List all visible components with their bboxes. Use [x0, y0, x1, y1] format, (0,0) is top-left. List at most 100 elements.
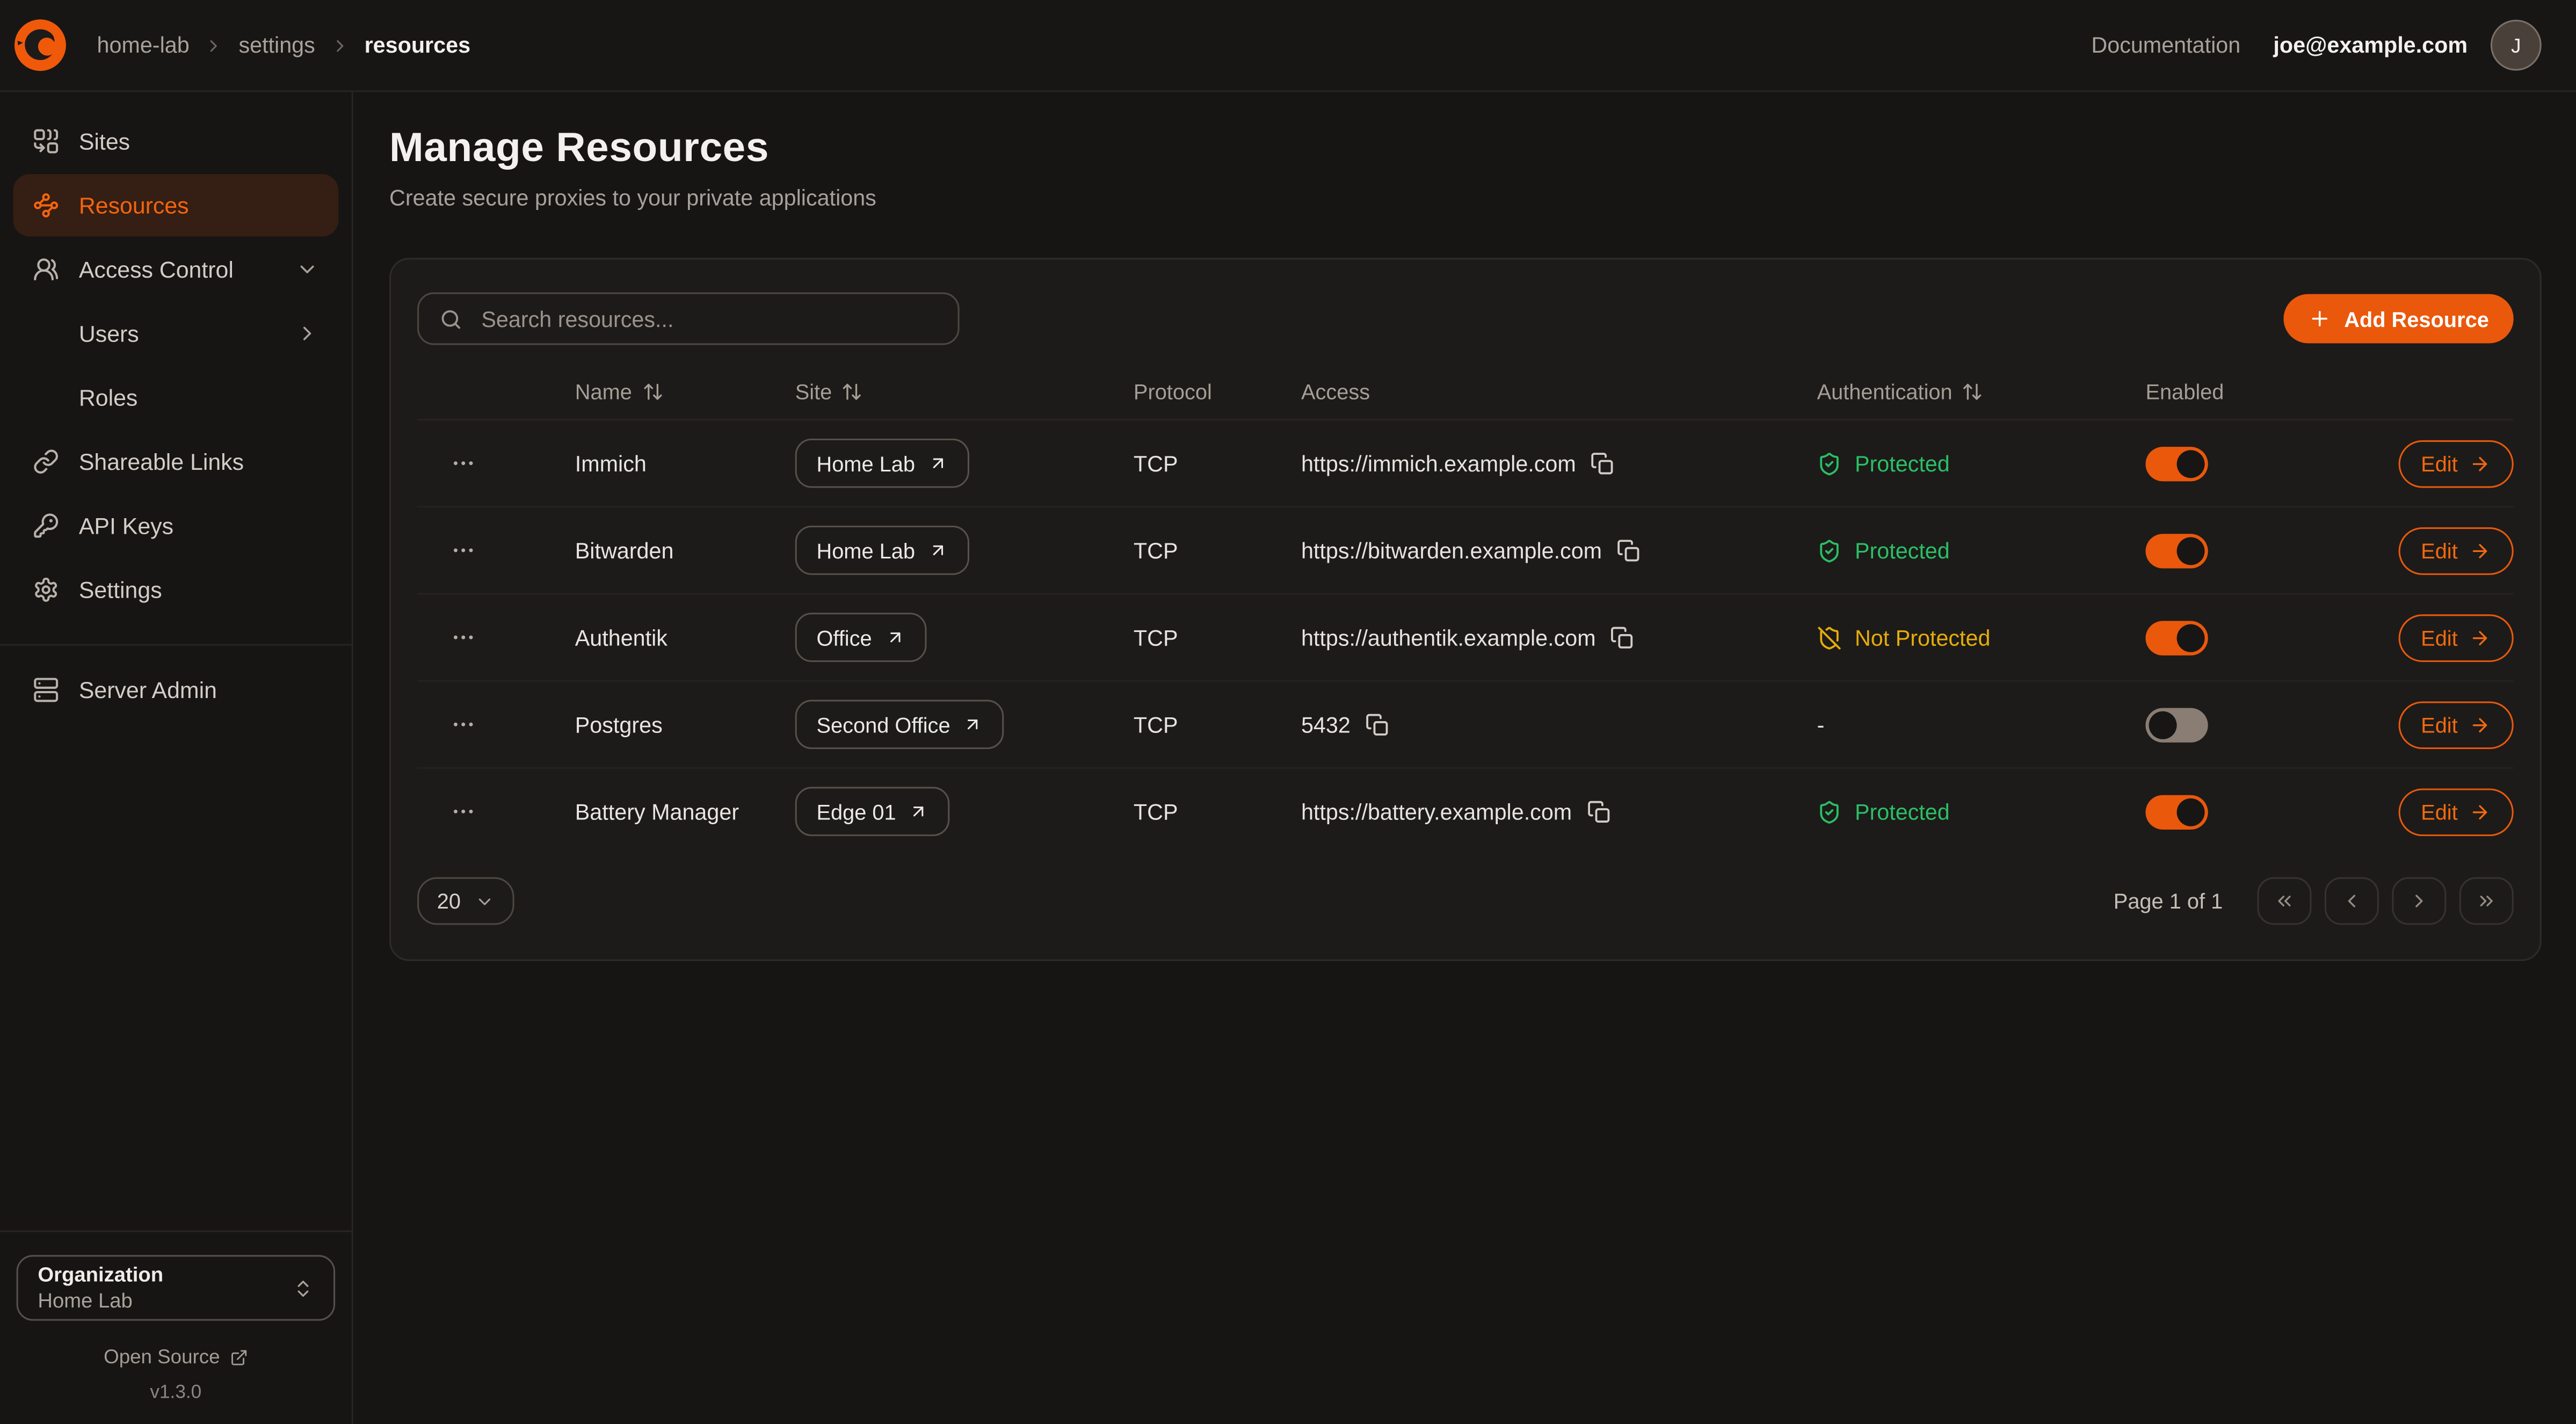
access-url: https://bitwarden.example.com — [1301, 538, 1602, 563]
sidebar: Sites Resources Access ControlUsersRolesSh… — [0, 92, 353, 1424]
row-menu-button[interactable] — [450, 708, 493, 741]
enabled-cell — [2145, 794, 2372, 829]
sidebar-item-label: Sites — [79, 128, 130, 155]
copy-button[interactable] — [1617, 538, 1642, 563]
ellipsis-icon — [450, 624, 476, 651]
sidebar-item-settings[interactable]: Settings — [13, 558, 338, 621]
resource-name-label: Authentik — [575, 625, 667, 650]
sidebar-item-resources[interactable]: Resources — [13, 174, 338, 236]
resources-card: Add Resource NameSiteProtocolAccessAuthe… — [389, 258, 2542, 961]
enabled-toggle[interactable] — [2145, 794, 2208, 829]
breadcrumb-resources[interactable]: resources — [365, 33, 470, 57]
sidebar-item-server-admin[interactable]: Server Admin — [13, 659, 338, 721]
column-header-label: Name — [575, 380, 632, 404]
column-header-site[interactable]: Site — [795, 380, 1134, 404]
enabled-toggle[interactable] — [2145, 446, 2208, 481]
avatar-initial: J — [2511, 34, 2521, 57]
sidebar-item-api-keys[interactable]: API Keys — [13, 495, 338, 557]
user-email[interactable]: joe@example.com — [2273, 33, 2468, 57]
copy-button[interactable] — [1610, 625, 1635, 650]
edit-button[interactable]: Edit — [2398, 527, 2513, 575]
access-cell: https://authentik.example.com — [1301, 625, 1817, 650]
column-header-authentication[interactable]: Authentication — [1817, 380, 2146, 404]
protocol-cell: TCP — [1134, 625, 1301, 650]
enabled-cell — [2145, 533, 2372, 568]
external-link-icon — [230, 1348, 248, 1366]
authentication-status: Protected — [1817, 451, 2146, 476]
edit-button-label: Edit — [2421, 538, 2458, 563]
breadcrumb-home-lab[interactable]: home-lab — [97, 33, 189, 57]
row-menu-button[interactable] — [450, 447, 493, 479]
edit-button[interactable]: Edit — [2398, 439, 2513, 487]
protocol-cell: TCP — [1134, 538, 1301, 563]
row-menu-button[interactable] — [450, 621, 493, 653]
pangolin-logo[interactable] — [13, 18, 67, 72]
documentation-link[interactable]: Documentation — [2091, 33, 2240, 57]
version-label: v1.3.0 — [17, 1383, 336, 1403]
site-link-button[interactable]: Edge 01 — [795, 787, 950, 836]
site-link-button[interactable]: Second Office — [795, 700, 1005, 749]
org-picker-label: Organization — [38, 1261, 163, 1288]
edit-button[interactable]: Edit — [2398, 788, 2513, 835]
shield-check-icon — [1817, 451, 1842, 476]
next-page-button[interactable] — [2392, 877, 2446, 925]
arrow-up-right-icon — [928, 453, 948, 473]
site-link-button[interactable]: Home Lab — [795, 439, 969, 488]
resources-icon — [33, 192, 59, 219]
access-cell: https://bitwarden.example.com — [1301, 538, 1817, 563]
copy-button[interactable] — [1365, 712, 1390, 737]
edit-button[interactable]: Edit — [2398, 701, 2513, 749]
sidebar-item-access-control[interactable]: Access Control — [13, 238, 338, 301]
search-input[interactable] — [478, 305, 938, 333]
resource-name-label: Postgres — [575, 712, 663, 737]
avatar[interactable]: J — [2491, 20, 2542, 71]
breadcrumb: home-lab settings resources — [97, 33, 470, 57]
enabled-toggle[interactable] — [2145, 707, 2208, 742]
row-menu-button[interactable] — [450, 534, 493, 566]
sidebar-item-shareable-links[interactable]: Shareable Links — [13, 431, 338, 493]
arrow-up-down-icon — [842, 381, 863, 403]
column-header-name[interactable]: Name — [575, 380, 795, 404]
copy-button[interactable] — [1591, 451, 1615, 476]
page-size-select[interactable]: 20 — [417, 877, 515, 925]
org-picker[interactable]: Organization Home Lab — [17, 1255, 336, 1320]
add-resource-label: Add Resource — [2344, 307, 2489, 331]
last-page-button[interactable] — [2459, 877, 2514, 925]
row-menu-button[interactable] — [450, 795, 493, 828]
arrow-right-icon — [2469, 714, 2491, 735]
sidebar-item-users[interactable]: Users — [13, 302, 338, 365]
site-cell: Home Lab — [795, 526, 1134, 575]
first-page-button[interactable] — [2257, 877, 2311, 925]
authentication-status: - — [1817, 712, 2146, 737]
sidebar-item-sites[interactable]: Sites — [13, 110, 338, 172]
table-row: Authentik Office TCPhttps://authentik.exam… — [417, 594, 2514, 681]
site-name-label: Edge 01 — [816, 799, 896, 824]
chevron-down-icon — [296, 258, 319, 281]
copy-button[interactable] — [1587, 799, 1612, 824]
breadcrumb-settings[interactable]: settings — [238, 33, 315, 57]
site-link-button[interactable]: Home Lab — [795, 526, 969, 575]
authentication-status: Protected — [1817, 538, 2146, 563]
resource-name: Battery Manager — [575, 799, 795, 824]
protocol-label: TCP — [1134, 799, 1178, 824]
prev-page-button[interactable] — [2325, 877, 2379, 925]
enabled-toggle[interactable] — [2145, 533, 2208, 568]
site-link-button[interactable]: Office — [795, 613, 926, 662]
toggle-knob — [2149, 710, 2177, 738]
site-name-label: Home Lab — [816, 451, 915, 476]
toggle-knob — [2177, 449, 2205, 477]
sidebar-item-roles[interactable]: Roles — [13, 366, 338, 428]
users-icon — [33, 256, 59, 282]
enabled-toggle[interactable] — [2145, 620, 2208, 655]
chevrons-up-down-icon — [293, 1277, 314, 1299]
protocol-label: TCP — [1134, 451, 1178, 476]
sidebar-item-label: Resources — [79, 192, 189, 219]
open-source-link[interactable]: Open Source — [17, 1346, 336, 1369]
toggle-knob — [2177, 536, 2205, 564]
copy-icon — [1591, 451, 1615, 476]
edit-button[interactable]: Edit — [2398, 614, 2513, 662]
add-resource-button[interactable]: Add Resource — [2283, 294, 2514, 344]
edit-button-label: Edit — [2421, 712, 2458, 737]
site-cell: Second Office — [795, 700, 1134, 749]
resource-name: Bitwarden — [575, 538, 795, 563]
